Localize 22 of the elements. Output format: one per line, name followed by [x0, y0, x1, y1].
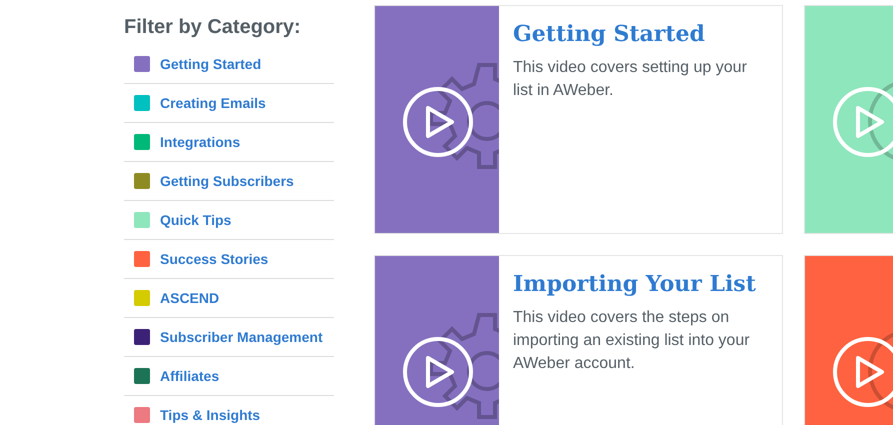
video-card[interactable]: Importing Your List This video covers the steps on importing an existing list into your AWeber account. [374, 255, 783, 425]
play-icon[interactable] [832, 336, 893, 408]
category-link[interactable]: Integrations [160, 132, 240, 152]
category-link[interactable]: Getting Subscribers [160, 170, 294, 192]
card-title[interactable]: Importing Your List [513, 268, 768, 300]
category-link[interactable]: Quick Tips [160, 210, 232, 230]
play-icon[interactable] [402, 86, 474, 158]
card-description: This video covers the steps on importing an existing list into your AWeber account. [513, 308, 751, 374]
video-thumbnail[interactable] [375, 256, 499, 425]
category-link[interactable]: Getting Started [160, 54, 262, 74]
video-thumbnail[interactable] [375, 6, 499, 233]
category-link[interactable]: Creating Emails [160, 92, 266, 114]
video-card[interactable]: Getting Started This video covers setting up your list in AWeber. [374, 5, 783, 234]
category-link[interactable]: Affiliates [160, 366, 220, 386]
play-icon[interactable] [402, 336, 474, 408]
category-link[interactable]: Success Stories [160, 248, 268, 270]
card-title[interactable]: Getting Started [513, 18, 768, 50]
card-description: This video covers setting up your list in AWeber. [513, 58, 748, 101]
category-link[interactable]: Tips & Insights [160, 404, 260, 425]
filter-heading: Filter by Category: [124, 15, 302, 40]
category-link[interactable]: ASCEND [160, 288, 220, 308]
category-link[interactable]: Subscriber Management [160, 326, 323, 348]
